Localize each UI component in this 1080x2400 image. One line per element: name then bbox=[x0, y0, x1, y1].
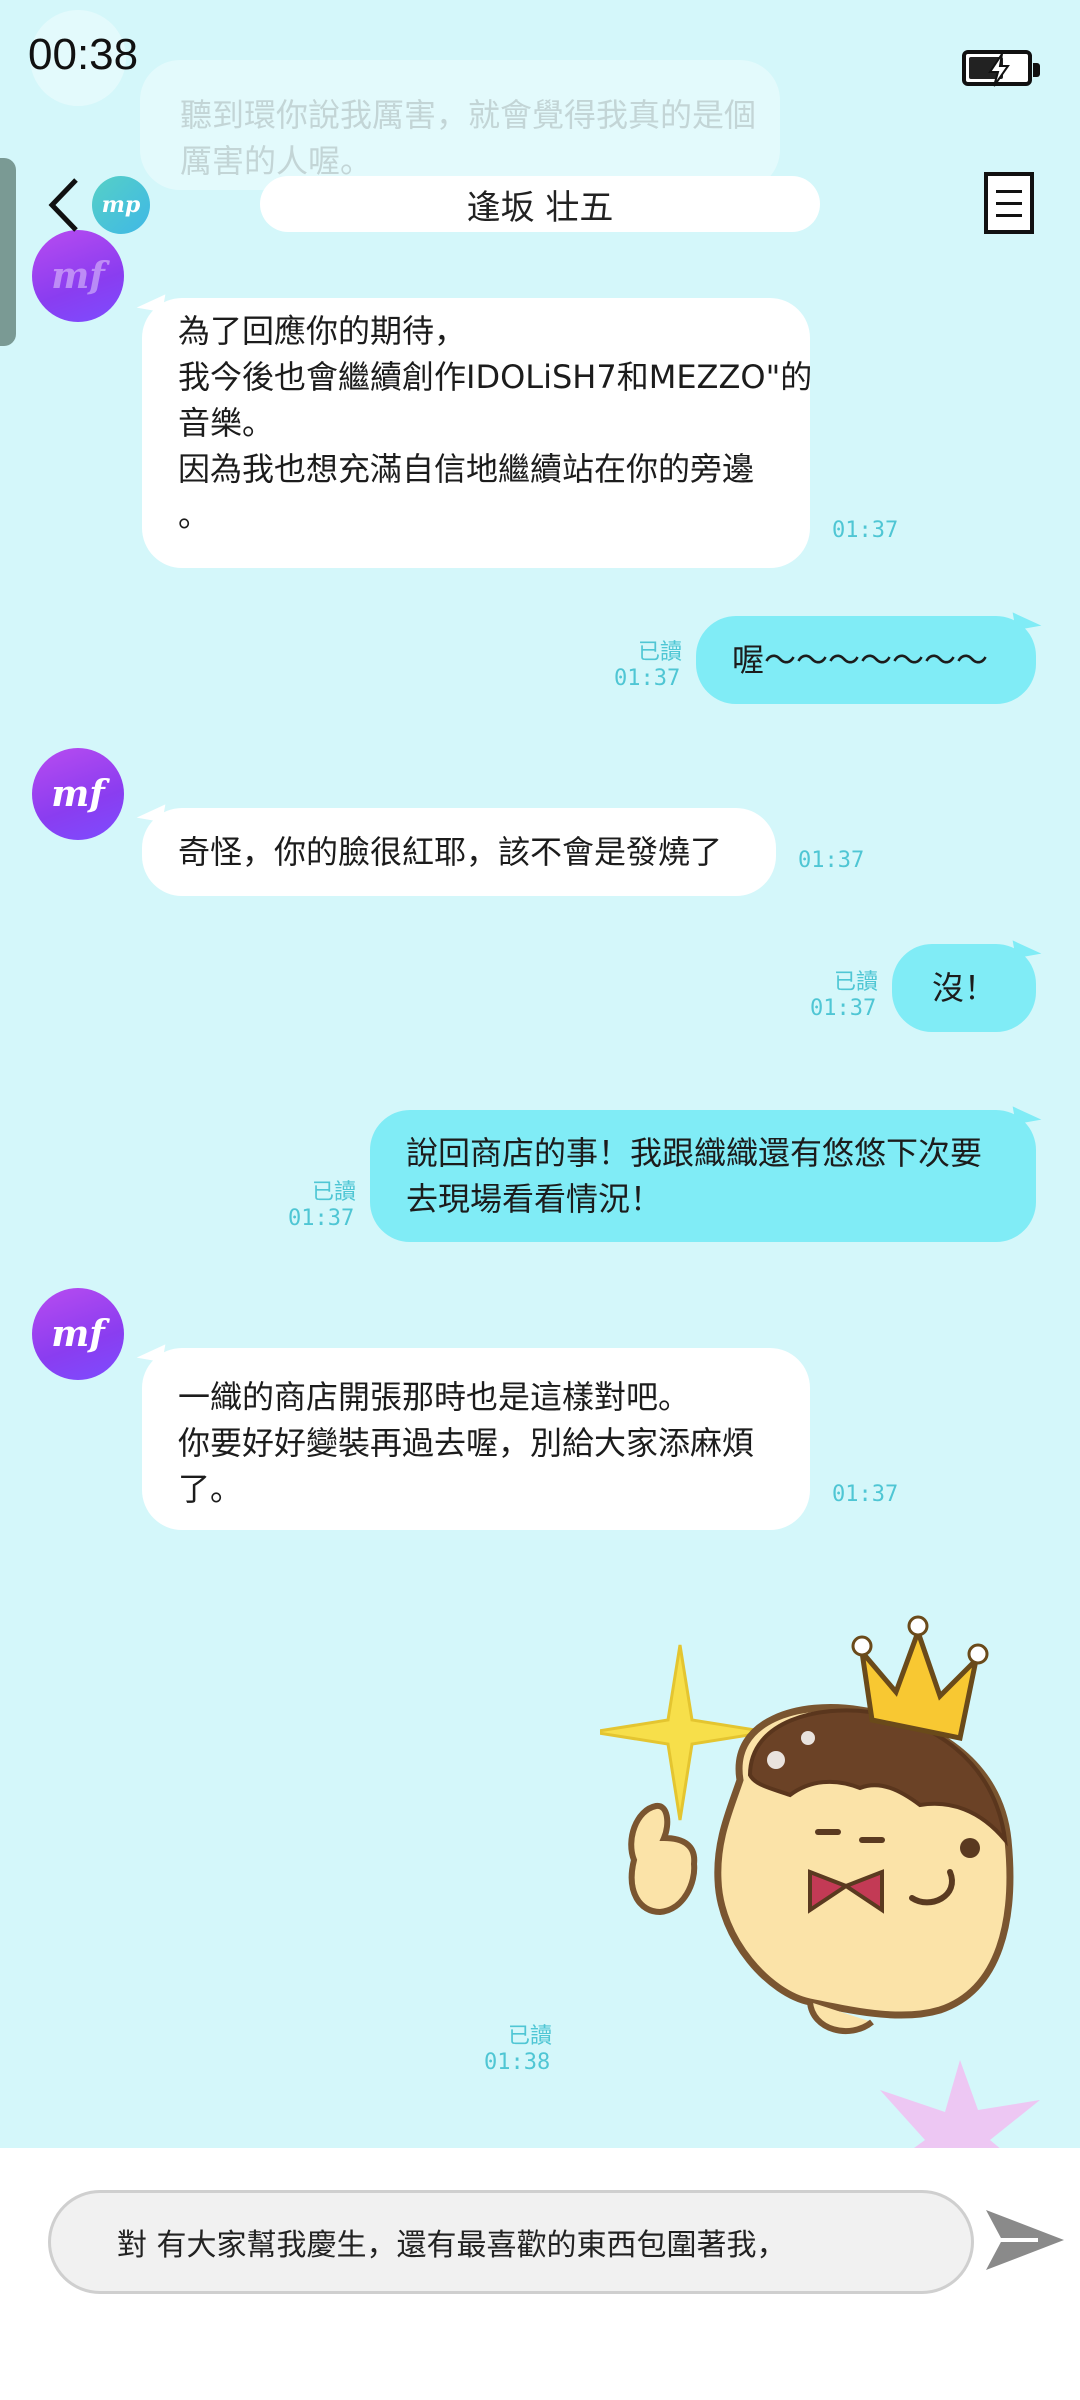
message-time: 01:37 bbox=[810, 996, 877, 1021]
status-time: 00:38 bbox=[28, 30, 139, 79]
sticker-mascot[interactable] bbox=[591, 1610, 1020, 2050]
message-time: 01:37 bbox=[288, 1206, 355, 1231]
message-input[interactable]: 對 有大家幫我慶生，還有最喜歡的東西包圍著我， bbox=[48, 2190, 974, 2294]
read-receipt: 已讀 bbox=[311, 1180, 356, 1205]
message-time: 01:37 bbox=[614, 666, 681, 691]
contact-avatar[interactable]: mp bbox=[92, 176, 150, 234]
message-bubble-incoming: 一織的商店開張那時也是這樣對吧。 你要好好變裝再過去喔，別給大家添麻煩 了。 bbox=[142, 1348, 810, 1530]
mf-avatar[interactable]: mf bbox=[32, 748, 124, 840]
read-receipt: 已讀 bbox=[637, 640, 682, 665]
crowned-mascot-sticker-icon bbox=[591, 1615, 1014, 2034]
message-bubble-outgoing: 說回商店的事！我跟織織還有悠悠下次要 去現場看看情況！ bbox=[370, 1110, 1036, 1242]
battery-icon bbox=[962, 50, 1040, 87]
message-time: 01:37 bbox=[832, 1482, 899, 1507]
message-time: 01:38 bbox=[484, 2050, 551, 2075]
message-bubble-incoming: 為了回應你的期待， 我今後也會繼續創作IDOLiSH7和MEZZO"的 音樂。 … bbox=[142, 298, 812, 568]
message-time: 01:37 bbox=[832, 518, 899, 543]
send-arrow-icon bbox=[986, 2210, 1064, 2270]
message-bubble-incoming: 奇怪，你的臉很紅耶，該不會是發燒了 bbox=[142, 808, 776, 896]
chevron-left-icon bbox=[48, 178, 78, 232]
message-bubble-outgoing: 沒！ bbox=[892, 944, 1036, 1032]
menu-button[interactable] bbox=[984, 172, 1034, 234]
back-button[interactable] bbox=[40, 170, 90, 240]
message-input-text: 對 有大家幫我慶生，還有最喜歡的東西包圍著我， bbox=[117, 2228, 787, 2263]
send-button[interactable] bbox=[980, 2200, 1068, 2280]
read-receipt: 已讀 bbox=[507, 2024, 552, 2049]
mf-avatar[interactable]: mf bbox=[32, 1288, 124, 1380]
message-bubble-outgoing: 喔～～～～～～～ bbox=[696, 616, 1036, 704]
mf-avatar-partial[interactable]: mf bbox=[32, 230, 124, 322]
message-time: 01:37 bbox=[798, 848, 865, 873]
chat-title: 逢坂 壮五 bbox=[260, 176, 820, 232]
chat-area[interactable]: 00:38 聽到環你說我厲害，就會覺得我真的是個 厲害的人喔。 mf mp 逢坂… bbox=[0, 0, 1080, 2148]
read-receipt: 已讀 bbox=[833, 970, 878, 995]
message-input-area: 對 有大家幫我慶生，還有最喜歡的東西包圍著我， bbox=[0, 2148, 1080, 2400]
faded-message-text: 聽到環你說我厲害，就會覺得我真的是個 厲害的人喔。 bbox=[180, 96, 757, 180]
side-drawer-handle[interactable] bbox=[0, 158, 16, 346]
